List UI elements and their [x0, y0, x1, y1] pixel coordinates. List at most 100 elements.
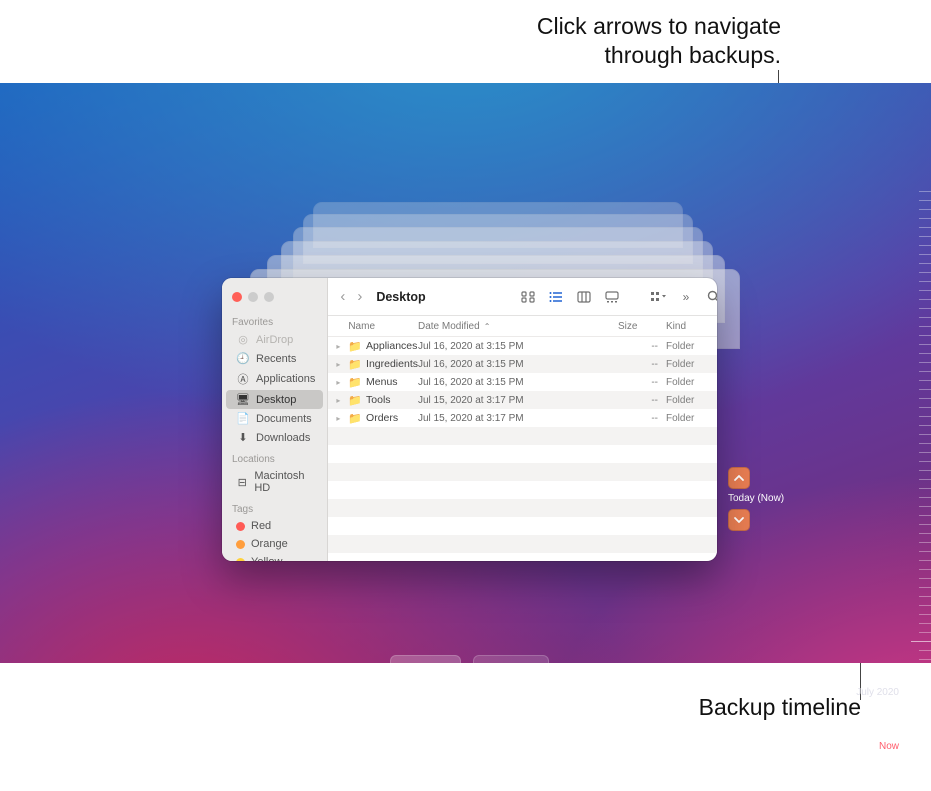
- backup-timeline[interactable]: July 2020 Now: [901, 191, 931, 791]
- timeline-tick[interactable]: [919, 191, 931, 192]
- minimize-icon[interactable]: [248, 292, 258, 302]
- backup-nav-down-button[interactable]: [728, 509, 750, 531]
- timeline-tick[interactable]: [919, 551, 931, 552]
- view-list-button[interactable]: [546, 288, 566, 306]
- timeline-tick[interactable]: [919, 569, 931, 570]
- timeline-tick[interactable]: [919, 371, 931, 372]
- timeline-tick[interactable]: [919, 290, 931, 291]
- restore-button[interactable]: Restore: [473, 655, 549, 681]
- timeline-tick[interactable]: [919, 434, 931, 435]
- back-button[interactable]: ‹: [338, 288, 347, 305]
- timeline-tick[interactable]: [919, 353, 931, 354]
- timeline-tick[interactable]: [919, 263, 931, 264]
- finder-sidebar: Favorites ◎ AirDrop 🕘 Recents Ⓐ Applicat…: [222, 278, 328, 561]
- timeline-tick[interactable]: [919, 461, 931, 462]
- zoom-icon[interactable]: [264, 292, 274, 302]
- view-gallery-button[interactable]: [602, 288, 622, 306]
- timeline-tick[interactable]: [919, 407, 931, 408]
- timeline-tick[interactable]: [919, 578, 931, 579]
- timeline-tick[interactable]: [919, 209, 931, 210]
- timeline-tick[interactable]: [919, 299, 931, 300]
- timeline-tick[interactable]: [919, 632, 931, 633]
- timeline-tick[interactable]: [911, 641, 931, 642]
- sidebar-item-recents[interactable]: 🕘 Recents: [226, 349, 323, 368]
- timeline-tick[interactable]: [919, 200, 931, 201]
- columns-icon: [577, 291, 591, 303]
- timeline-tick[interactable]: [919, 254, 931, 255]
- sidebar-item-desktop[interactable]: 🖥 Desktop: [226, 390, 323, 409]
- sidebar-tag-red[interactable]: Red: [226, 517, 323, 535]
- view-columns-button[interactable]: [574, 288, 594, 306]
- timeline-tick[interactable]: [919, 227, 931, 228]
- timeline-tick[interactable]: [919, 281, 931, 282]
- finder-window: Favorites ◎ AirDrop 🕘 Recents Ⓐ Applicat…: [222, 278, 717, 561]
- timeline-tick[interactable]: [919, 362, 931, 363]
- timeline-tick[interactable]: [919, 587, 931, 588]
- timeline-tick[interactable]: [919, 326, 931, 327]
- table-row[interactable]: ▸📁AppliancesJul 16, 2020 at 3:15 PM--Fol…: [328, 337, 717, 355]
- sidebar-item-documents[interactable]: 📄 Documents: [226, 409, 323, 428]
- search-button[interactable]: [704, 288, 717, 306]
- timeline-tick[interactable]: [919, 344, 931, 345]
- col-date[interactable]: Date Modified⌃: [418, 321, 618, 332]
- table-row[interactable]: ▸📁ToolsJul 15, 2020 at 3:17 PM--Folder: [328, 391, 717, 409]
- group-by-button[interactable]: [648, 288, 668, 306]
- sidebar-item-macintosh-hd[interactable]: ⊟ Macintosh HD: [226, 467, 323, 497]
- cancel-button[interactable]: Cancel: [390, 655, 461, 681]
- table-row[interactable]: ▸📁OrdersJul 15, 2020 at 3:17 PM--Folder: [328, 409, 717, 427]
- timeline-tick[interactable]: [919, 425, 931, 426]
- backup-nav-up-button[interactable]: [728, 467, 750, 489]
- timeline-tick[interactable]: [911, 686, 931, 687]
- timeline-tick[interactable]: [919, 533, 931, 534]
- col-kind[interactable]: Kind: [666, 321, 717, 332]
- sidebar-item-downloads[interactable]: ⬇ Downloads: [226, 428, 323, 447]
- timeline-tick[interactable]: [919, 416, 931, 417]
- timeline-tick[interactable]: [919, 317, 931, 318]
- close-icon[interactable]: [232, 292, 242, 302]
- toolbar-more-button[interactable]: »: [676, 288, 696, 306]
- col-name[interactable]: Name: [348, 321, 418, 332]
- timeline-tick[interactable]: [919, 335, 931, 336]
- timeline-tick[interactable]: [919, 515, 931, 516]
- sidebar-item-label: AirDrop: [256, 334, 293, 346]
- timeline-tick[interactable]: [919, 245, 931, 246]
- timeline-tick[interactable]: [919, 596, 931, 597]
- timeline-tick[interactable]: [919, 218, 931, 219]
- file-kind: Folder: [666, 377, 717, 388]
- folder-icon: 📁: [348, 376, 362, 389]
- table-row[interactable]: ▸📁MenusJul 16, 2020 at 3:15 PM--Folder: [328, 373, 717, 391]
- sidebar-tag-yellow[interactable]: Yellow: [226, 553, 323, 561]
- sidebar-tag-orange[interactable]: Orange: [226, 535, 323, 553]
- timeline-tick[interactable]: [919, 479, 931, 480]
- timeline-tick[interactable]: [919, 659, 931, 660]
- timeline-tick[interactable]: [919, 380, 931, 381]
- timeline-tick[interactable]: [919, 605, 931, 606]
- view-icons-button[interactable]: [518, 288, 538, 306]
- timeline-tick[interactable]: [919, 542, 931, 543]
- sidebar-item-applications[interactable]: Ⓐ Applications: [226, 368, 323, 390]
- finder-content: ‹ › Desktop » Name: [328, 278, 717, 561]
- timeline-tick[interactable]: [919, 443, 931, 444]
- timeline-tick[interactable]: [919, 614, 931, 615]
- timeline-tick[interactable]: [919, 389, 931, 390]
- timeline-tick[interactable]: [919, 488, 931, 489]
- timeline-tick[interactable]: [919, 677, 931, 678]
- file-kind: Folder: [666, 395, 717, 406]
- timeline-tick[interactable]: [919, 623, 931, 624]
- timeline-tick[interactable]: [919, 452, 931, 453]
- timeline-tick[interactable]: [919, 308, 931, 309]
- col-size[interactable]: Size: [618, 321, 666, 332]
- timeline-tick[interactable]: [919, 398, 931, 399]
- sidebar-item-airdrop[interactable]: ◎ AirDrop: [226, 330, 323, 349]
- timeline-tick[interactable]: [919, 506, 931, 507]
- timeline-tick[interactable]: [919, 236, 931, 237]
- timeline-tick[interactable]: [919, 272, 931, 273]
- timeline-tick[interactable]: [919, 497, 931, 498]
- table-row[interactable]: ▸📁IngredientsJul 16, 2020 at 3:15 PM--Fo…: [328, 355, 717, 373]
- forward-button[interactable]: ›: [355, 288, 364, 305]
- timeline-tick[interactable]: [919, 650, 931, 651]
- timeline-tick[interactable]: [919, 470, 931, 471]
- timeline-tick[interactable]: [919, 560, 931, 561]
- timeline-tick[interactable]: [919, 668, 931, 669]
- timeline-tick[interactable]: [919, 524, 931, 525]
